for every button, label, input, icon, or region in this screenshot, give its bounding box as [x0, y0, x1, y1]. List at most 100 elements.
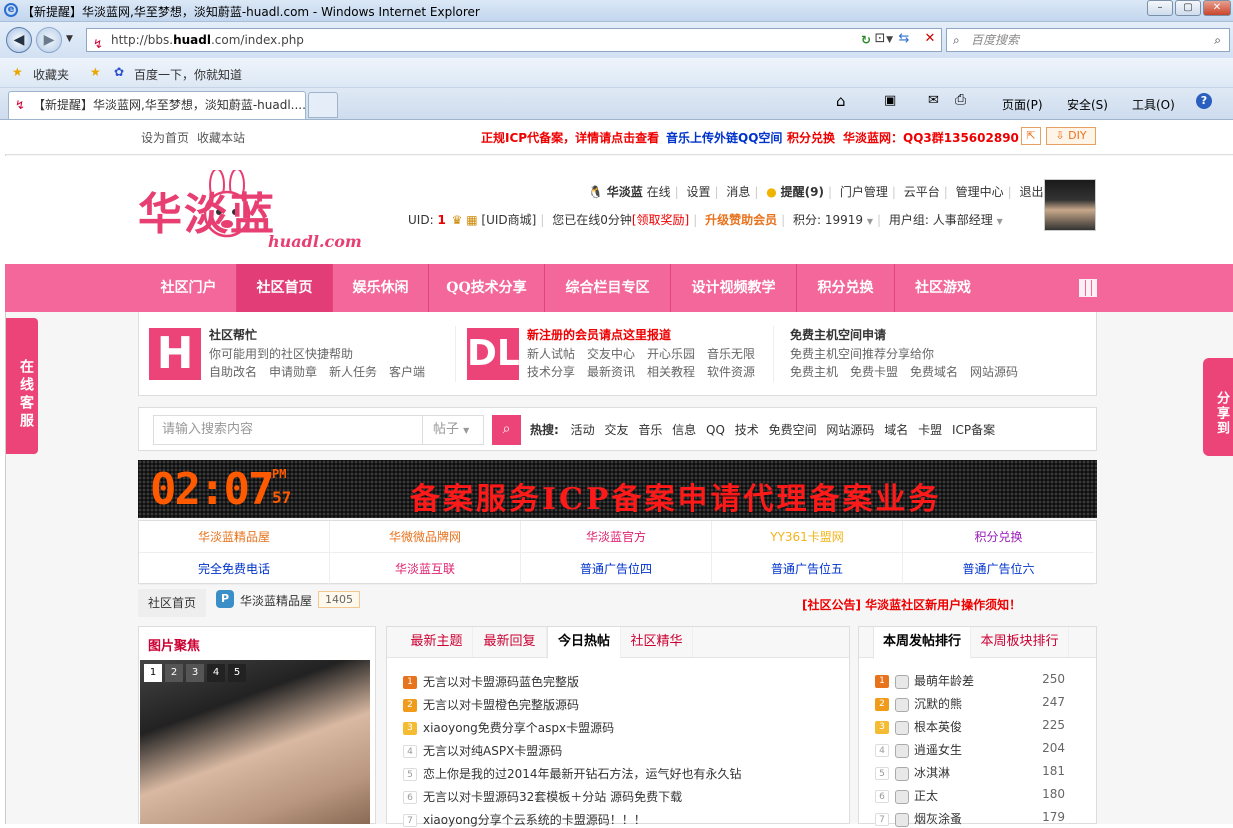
search-type-select[interactable]: 帖子 ▼ — [423, 415, 484, 445]
rank-name[interactable]: 根本英俊 — [914, 720, 962, 734]
thread-title[interactable]: 恋上你是我的过2014年最新开钻石方法，运气好也有永久钻 — [423, 767, 742, 781]
music-link[interactable]: 音乐上传外链QQ空间 — [666, 129, 782, 146]
ad-link[interactable]: 普通广告位四 — [521, 553, 712, 585]
nav-points[interactable]: 积分兑换 — [797, 264, 895, 312]
hot-item[interactable]: QQ — [706, 423, 725, 437]
tab-newest[interactable]: 最新主题 — [401, 627, 473, 657]
print-icon[interactable]: ⎙ — [955, 92, 966, 108]
stop-icon[interactable]: ✕ — [920, 28, 940, 50]
thread-item[interactable]: 1 无言以对卡盟源码蓝色完整版 — [403, 673, 579, 690]
rss-icon[interactable]: ⊡ — [870, 28, 890, 50]
ad-link[interactable]: 华微微品牌网 — [330, 521, 521, 553]
icp-link[interactable]: 正规ICP代备案，详情请点击查看 — [481, 129, 659, 146]
help-link-newbie[interactable]: 新人任务 — [329, 363, 377, 380]
bookmark-link[interactable]: 收藏本站 — [197, 129, 245, 146]
site-search-input[interactable]: 请输入搜索内容 — [153, 415, 423, 445]
help-link-rename[interactable]: 自助改名 — [209, 363, 257, 380]
search-go-icon[interactable]: ⌕ — [1214, 29, 1221, 51]
ad-link[interactable]: YY361卡盟网 — [712, 521, 903, 553]
cloud-link[interactable]: 云平台 — [904, 185, 940, 199]
grid-menu-icon[interactable] — [1079, 279, 1097, 297]
history-dropdown-icon[interactable]: ▼ — [66, 34, 73, 44]
rank-item[interactable]: 4 逍遥女生 204 — [875, 741, 1081, 758]
logout-link[interactable]: 退出 — [1019, 185, 1043, 199]
nav-design-video[interactable]: 设计视频教学 — [671, 264, 797, 312]
maximize-button[interactable]: ▢ — [1175, 0, 1201, 16]
dl-link-4[interactable]: 音乐无限 — [707, 345, 755, 362]
crumb-forum[interactable]: 华淡蓝精品屋 — [240, 592, 312, 609]
dl-link-7[interactable]: 相关教程 — [647, 363, 695, 380]
nav-qq-tech[interactable]: QQ技术分享 — [429, 264, 545, 312]
nav-entertainment[interactable]: 娱乐休闲 — [333, 264, 429, 312]
thread-item[interactable]: 2 无言以对卡盟橙色完整版源码 — [403, 696, 579, 713]
ad-link[interactable]: 华淡蓝精品屋 — [139, 521, 330, 553]
dl-link-1[interactable]: 新人试帖 — [527, 345, 575, 362]
portal-admin-link[interactable]: 门户管理 — [840, 185, 888, 199]
diy-button[interactable]: ⇩ DIY — [1046, 127, 1096, 145]
thread-item[interactable]: 5 恋上你是我的过2014年最新开钻石方法，运气好也有永久钻 — [403, 765, 742, 782]
rank-name[interactable]: 逍遥女生 — [914, 743, 962, 757]
ad-link[interactable]: 华淡蓝官方 — [521, 521, 712, 553]
hot-item[interactable]: ICP备案 — [952, 423, 995, 437]
tools-menu[interactable]: 工具(O) — [1132, 96, 1175, 113]
dl-link-5[interactable]: 技术分享 — [527, 363, 575, 380]
messages-link[interactable]: 消息 — [726, 185, 750, 199]
page-menu[interactable]: 页面(P) — [1002, 96, 1043, 113]
tab-week-posts[interactable]: 本周发帖排行 — [873, 627, 971, 659]
thread-item[interactable]: 3 xiaoyong免费分享个aspx卡盟源码 — [403, 719, 614, 736]
dl-link-8[interactable]: 软件资源 — [707, 363, 755, 380]
remind-link[interactable]: 提醒(9) — [781, 185, 824, 199]
reward-link[interactable]: [领取奖励] — [632, 213, 689, 227]
upgrade-link[interactable]: 升级赞助会员 — [705, 213, 777, 227]
points-link[interactable]: 积分兑换 — [787, 129, 835, 146]
browser-tab-active[interactable]: ↯ 【新提醒】华淡蓝网,华至梦想，淡知蔚蓝-huadl.... — [8, 91, 306, 119]
help-title[interactable]: 社区帮忙 — [209, 326, 257, 343]
nav-home[interactable]: 社区首页 — [237, 264, 333, 312]
hot-item[interactable]: 信息 — [672, 423, 696, 437]
mail-icon[interactable]: ✉ — [928, 93, 939, 108]
user-avatar[interactable] — [1044, 179, 1096, 231]
hot-item[interactable]: 技术 — [735, 423, 759, 437]
host-link-4[interactable]: 网站源码 — [970, 363, 1018, 380]
thread-item[interactable]: 6 无言以对卡盟源码32套模板＋分站 源码免费下载 — [403, 788, 682, 805]
forward-button[interactable]: ▶ — [36, 27, 62, 53]
pager-4[interactable]: 4 — [207, 664, 225, 682]
pager-2[interactable]: 2 — [165, 664, 183, 682]
tab-replies[interactable]: 最新回复 — [473, 627, 547, 657]
rank-item[interactable]: 5 冰淇淋 181 — [875, 764, 1081, 781]
favorites-button[interactable]: 收藏夹 — [33, 66, 69, 83]
thread-item[interactable]: 4 无言以对纯ASPX卡盟源码 — [403, 742, 562, 759]
address-input[interactable]: ↯ http://bbs.huadl.com/index.php ↻ ▼ — [86, 28, 942, 52]
hot-item[interactable]: 卡盟 — [918, 423, 942, 437]
host-link-3[interactable]: 免费域名 — [910, 363, 958, 380]
rank-name[interactable]: 最萌年龄差 — [914, 674, 974, 688]
rank-item[interactable]: 3 根本英俊 225 — [875, 718, 1081, 735]
usergroup-dropdown-icon[interactable]: ▼ — [997, 217, 1003, 226]
hot-item[interactable]: 域名 — [884, 423, 908, 437]
dl-link-3[interactable]: 开心乐园 — [647, 345, 695, 362]
nav-columns[interactable]: 综合栏目专区 — [545, 264, 671, 312]
add-favorite-icon[interactable]: ★ — [90, 65, 101, 79]
points-dropdown-icon[interactable]: ▼ — [867, 217, 873, 226]
expand-icon[interactable]: ⇱ — [1021, 127, 1041, 145]
back-button[interactable]: ◀ — [6, 27, 32, 53]
share-tab[interactable]: 分享到 — [1203, 358, 1233, 456]
refresh-icon[interactable]: ⇆ — [894, 28, 914, 50]
crumb-home[interactable]: 社区首页 — [138, 589, 206, 617]
help-link-client[interactable]: 客户端 — [389, 363, 425, 380]
hot-item[interactable]: 音乐 — [638, 423, 662, 437]
ad-link[interactable]: 积分兑换 — [903, 521, 1094, 553]
tab-essence[interactable]: 社区精华 — [621, 627, 693, 657]
help-icon[interactable]: ? — [1196, 93, 1212, 109]
focus-photo[interactable] — [140, 660, 370, 824]
pager-5[interactable]: 5 — [228, 664, 246, 682]
online-service-tab[interactable]: 在线客服 — [6, 318, 38, 454]
register-notice-link[interactable]: 新注册的会员请点这里报道 — [527, 326, 671, 343]
settings-link[interactable]: 设置 — [687, 185, 711, 199]
rank-item[interactable]: 7 烟灰涂蚤 179 — [875, 810, 1081, 827]
rank-item[interactable]: 1 最萌年龄差 250 — [875, 672, 1081, 689]
tab-week-boards[interactable]: 本周板块排行 — [971, 627, 1069, 657]
rank-name[interactable]: 沉默的熊 — [914, 697, 962, 711]
new-tab-button[interactable] — [308, 92, 338, 118]
hot-item[interactable]: 交友 — [604, 423, 628, 437]
